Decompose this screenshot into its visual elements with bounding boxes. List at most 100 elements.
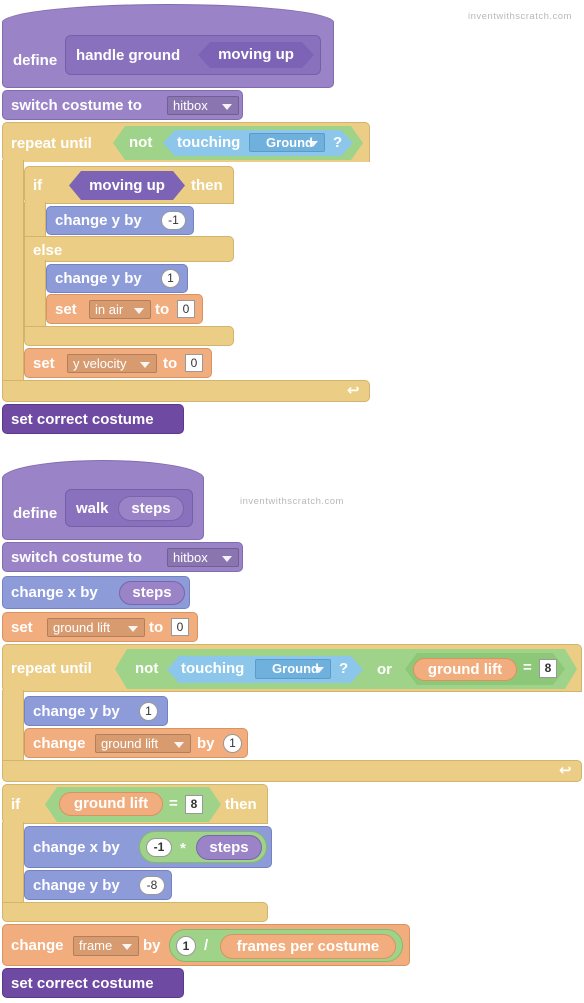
- repeat-until-footer: ↩: [2, 760, 582, 782]
- param-steps[interactable]: steps: [118, 496, 184, 521]
- define-hat-block[interactable]: define walk steps: [2, 460, 204, 540]
- if-label: if: [33, 177, 43, 194]
- multiply-operator[interactable]: -1 * steps: [139, 831, 267, 863]
- steps-reporter[interactable]: steps: [196, 835, 262, 860]
- touching-label: touching: [177, 134, 241, 151]
- if-label: if: [11, 796, 21, 813]
- variable-dropdown[interactable]: ground lift: [95, 734, 191, 753]
- equals-operator[interactable]: ground lift = 8: [405, 653, 565, 685]
- change-y-block-2[interactable]: change y by 1: [46, 264, 188, 293]
- if-block[interactable]: if ground lift = 8 then: [2, 784, 268, 824]
- repeat-until-block[interactable]: repeat until not touching Ground ?: [2, 122, 370, 162]
- ground-lift-reporter[interactable]: ground lift: [59, 792, 163, 816]
- if-else-footer: [24, 326, 234, 346]
- chevron-down-icon: [308, 141, 318, 147]
- costume-dropdown-value: hitbox: [173, 550, 208, 565]
- change-y-label: change y by: [33, 877, 120, 894]
- set-value-input[interactable]: 0: [177, 300, 195, 318]
- change-y-block-1[interactable]: change y by 1: [24, 696, 168, 726]
- repeat-until-block[interactable]: repeat until not touching Ground ? or gr…: [2, 644, 582, 692]
- if-footer: [2, 902, 268, 922]
- variable-dropdown-value: ground lift: [53, 620, 111, 635]
- touching-dropdown[interactable]: Ground: [249, 133, 325, 152]
- not-label: not: [129, 134, 153, 151]
- set-correct-costume-block[interactable]: set correct costume: [2, 968, 184, 998]
- chevron-down-icon: [128, 625, 138, 632]
- equals-value-input[interactable]: 8: [185, 795, 203, 814]
- variable-dropdown-value: y velocity: [73, 356, 127, 371]
- or-operator[interactable]: not touching Ground ? or ground lift = 8: [115, 649, 577, 689]
- by-label: by: [197, 735, 215, 752]
- set-label: set: [55, 301, 77, 318]
- variable-dropdown[interactable]: ground lift: [47, 618, 145, 637]
- not-operator[interactable]: not touching Ground ?: [113, 126, 363, 160]
- loop-arrow-icon: ↩: [559, 762, 572, 779]
- costume-dropdown-value: hitbox: [173, 98, 208, 113]
- watermark-top: inventwithscratch.com: [468, 11, 572, 22]
- touching-label: touching: [181, 660, 245, 677]
- change-y-value-input[interactable]: -8: [139, 876, 165, 895]
- custom-block-prototype[interactable]: handle ground moving up: [65, 35, 321, 75]
- then-label: then: [191, 177, 223, 194]
- change-x-block[interactable]: change x by steps: [2, 576, 190, 609]
- set-value-input[interactable]: 0: [171, 618, 189, 636]
- change-y-value-input[interactable]: 1: [161, 269, 180, 288]
- equals-operator[interactable]: ground lift = 8: [45, 787, 221, 822]
- touching-sensing[interactable]: touching Ground ?: [163, 130, 353, 156]
- divide-value-input[interactable]: 1: [176, 936, 196, 956]
- change-ground-lift-block[interactable]: change ground lift by 1: [24, 728, 248, 758]
- change-y-value-input[interactable]: 1: [139, 702, 158, 721]
- if-arm: [2, 822, 24, 904]
- multiply-value-input[interactable]: -1: [146, 838, 172, 857]
- variable-dropdown[interactable]: in air: [89, 300, 151, 319]
- chevron-down-icon: [222, 555, 232, 562]
- change-y-value-input[interactable]: -1: [161, 211, 186, 230]
- switch-costume-block[interactable]: switch costume to hitbox: [2, 542, 243, 572]
- set-y-velocity-block[interactable]: set y velocity to 0: [24, 348, 212, 378]
- set-correct-costume-label: set correct costume: [11, 411, 154, 428]
- to-label: to: [163, 355, 178, 372]
- divide-operator[interactable]: 1 / frames per costume: [169, 929, 403, 962]
- touching-dropdown[interactable]: Ground: [255, 659, 331, 679]
- moving-up-condition[interactable]: moving up: [69, 171, 185, 200]
- block-name-label: walk: [76, 500, 109, 517]
- set-ground-lift-block[interactable]: set ground lift to 0: [2, 612, 198, 642]
- frames-per-costume-reporter[interactable]: frames per costume: [220, 934, 396, 959]
- set-correct-costume-block[interactable]: set correct costume: [2, 404, 184, 434]
- touching-dropdown-value: Ground: [272, 661, 319, 676]
- param-moving-up[interactable]: moving up: [198, 42, 314, 68]
- change-value-input[interactable]: 1: [223, 734, 242, 753]
- chevron-down-icon: [174, 741, 184, 748]
- variable-dropdown[interactable]: frame: [73, 936, 139, 956]
- repeat-until-label: repeat until: [11, 660, 92, 677]
- else-label: else: [33, 242, 63, 259]
- chevron-down-icon: [122, 944, 132, 950]
- chevron-down-icon: [140, 361, 150, 368]
- chevron-down-icon: [134, 307, 144, 314]
- change-frame-block[interactable]: change frame by 1 / frames per costume: [2, 924, 410, 966]
- set-in-air-block[interactable]: set in air to 0: [46, 294, 203, 324]
- variable-dropdown-value: frame: [79, 938, 113, 953]
- steps-reporter[interactable]: steps: [119, 581, 185, 605]
- variable-dropdown[interactable]: y velocity: [67, 354, 157, 373]
- custom-block-prototype[interactable]: walk steps: [65, 489, 193, 527]
- costume-dropdown[interactable]: hitbox: [167, 96, 239, 115]
- change-y-block-2[interactable]: change y by -8: [24, 870, 172, 900]
- change-y-block-1[interactable]: change y by -1: [46, 206, 194, 235]
- change-y-label: change y by: [33, 703, 120, 720]
- equals-value-input[interactable]: 8: [539, 659, 557, 678]
- if-else-block[interactable]: if moving up then: [24, 166, 234, 204]
- multiply-sign: *: [180, 840, 186, 857]
- set-label: set: [33, 355, 55, 372]
- define-hat-block[interactable]: define handle ground moving up: [2, 4, 334, 88]
- switch-costume-label: switch costume to: [11, 97, 142, 114]
- set-value-input[interactable]: 0: [185, 354, 203, 372]
- touching-dropdown-value: Ground: [266, 135, 313, 150]
- change-y-label: change y by: [55, 212, 142, 229]
- ground-lift-reporter[interactable]: ground lift: [413, 658, 517, 681]
- costume-dropdown[interactable]: hitbox: [167, 548, 239, 567]
- block-name-label: handle ground: [76, 47, 181, 64]
- change-x-block-2[interactable]: change x by -1 * steps: [24, 826, 272, 868]
- switch-costume-block[interactable]: switch costume to hitbox: [2, 90, 243, 120]
- touching-sensing[interactable]: touching Ground ?: [167, 656, 363, 683]
